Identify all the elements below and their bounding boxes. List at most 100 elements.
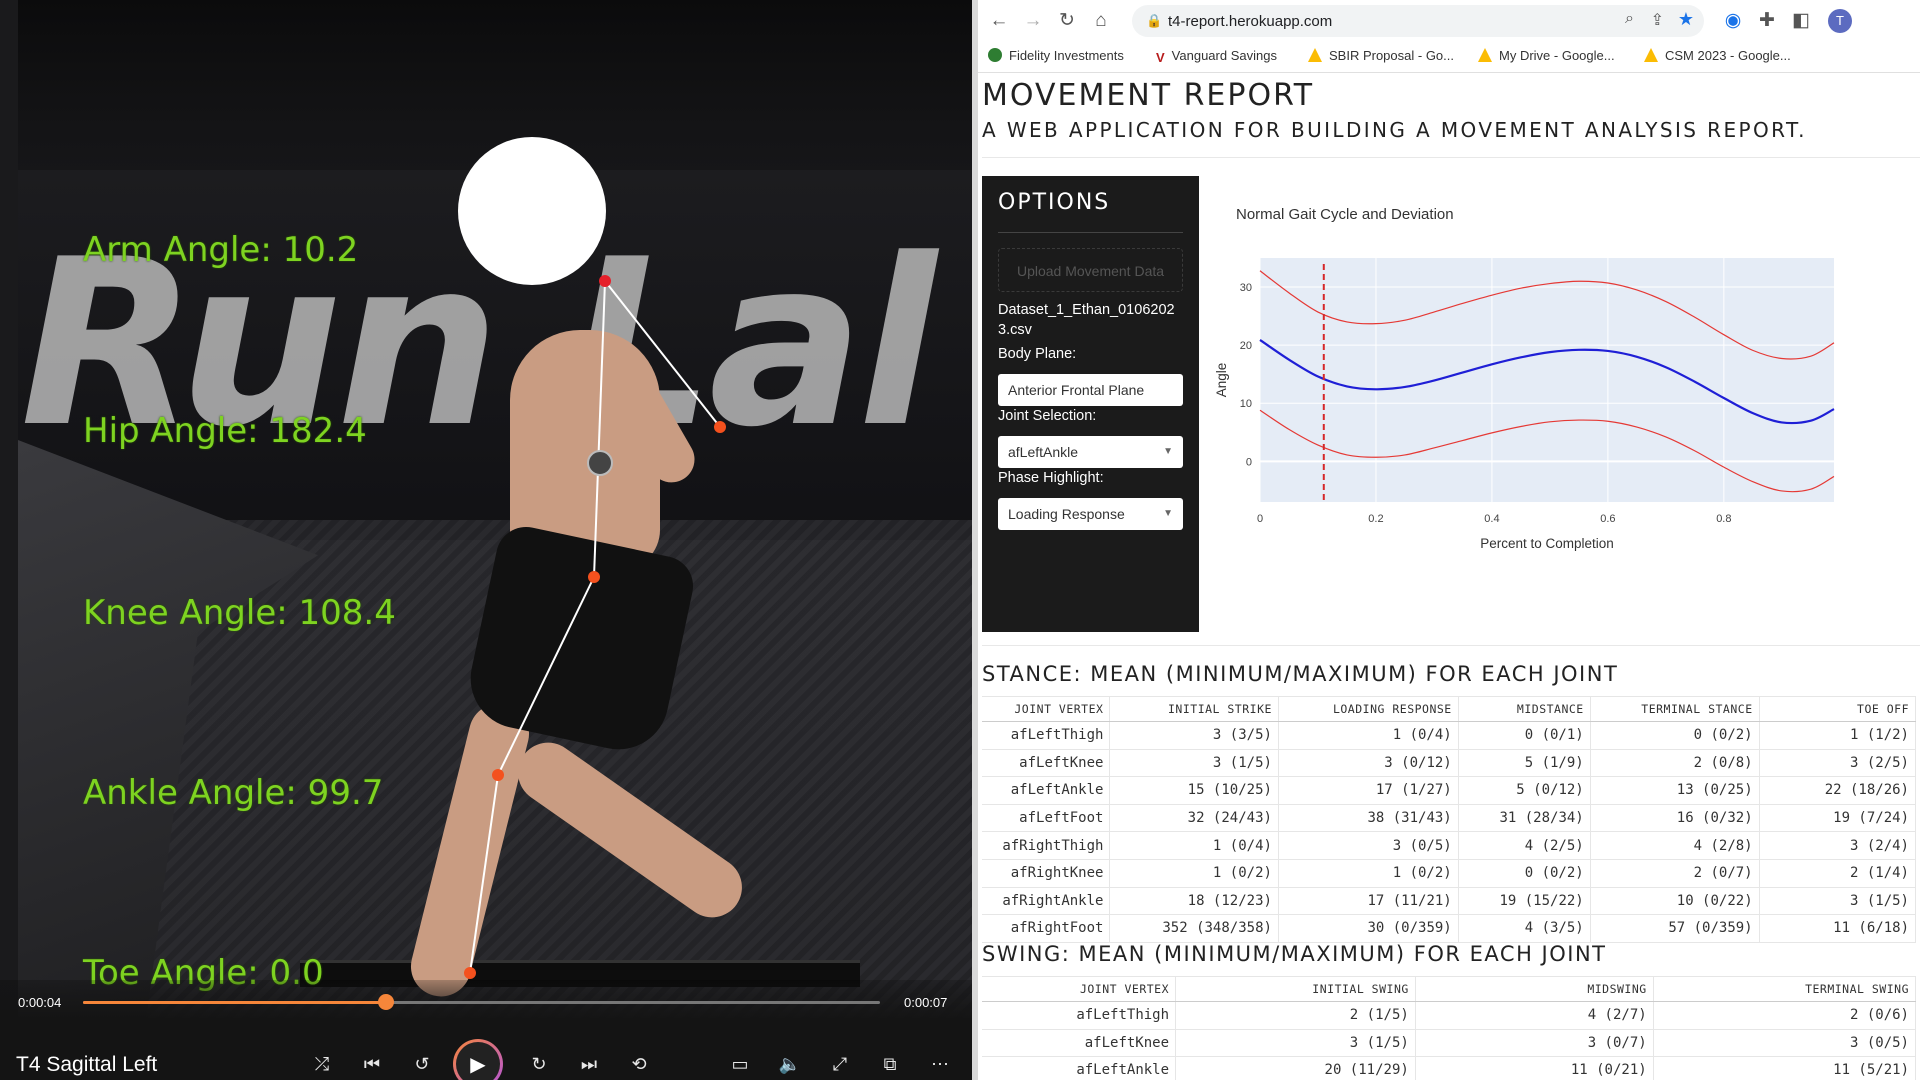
joint-vertex-cell: afLeftKnee bbox=[982, 1029, 1177, 1058]
table-cell: 3 (2/4) bbox=[1759, 831, 1917, 860]
pose-skeleton-overlay bbox=[464, 275, 726, 979]
forward-30-icon[interactable]: ↻ bbox=[525, 1054, 553, 1075]
x-axis-label: Percent to Completion bbox=[1480, 536, 1614, 551]
captions-icon[interactable]: ▭ bbox=[726, 1054, 754, 1075]
table-cell: 1 (1/2) bbox=[1759, 721, 1917, 750]
phase-select[interactable]: Loading Response ▼ bbox=[998, 498, 1183, 530]
shuffle-icon[interactable]: ⤮ bbox=[308, 1054, 336, 1075]
joint-vertex-cell: afRightThigh bbox=[982, 831, 1111, 860]
table-cell: 3 (1/5) bbox=[1109, 749, 1279, 778]
table-cell: 38 (31/43) bbox=[1278, 804, 1459, 833]
seek-bar[interactable] bbox=[83, 994, 880, 1010]
table-cell: 2 (0/8) bbox=[1590, 749, 1760, 778]
table-cell: 3 (2/5) bbox=[1759, 749, 1917, 778]
knee-angle-label: Knee Angle: 108.4 bbox=[83, 593, 396, 633]
upload-dropzone[interactable]: Upload Movement Data bbox=[998, 248, 1183, 292]
joint-vertex-cell: afLeftAnkle bbox=[982, 1056, 1177, 1080]
body-plane-select[interactable]: Anterior Frontal Plane bbox=[998, 374, 1183, 406]
chevron-down-icon: ▼ bbox=[1163, 508, 1173, 519]
arm-segment bbox=[604, 280, 721, 428]
y-tick-label: 20 bbox=[1240, 340, 1252, 352]
table-row: afLeftThigh 3 (3/5) 1 (0/4) 0 (0/1) 0 (0/2) 1… bbox=[982, 721, 1917, 750]
y-tick-label: 10 bbox=[1240, 398, 1252, 410]
next-icon[interactable]: ⏭ bbox=[575, 1054, 603, 1075]
table-cell: 0 (0/2) bbox=[1458, 859, 1591, 888]
browser-window: ← → ↻ ⌂ 🔒 t4-report.herokuapp.com ⌕ ⇪ ★ … bbox=[978, 0, 1920, 1080]
column-header: JOINT VERTEX bbox=[982, 976, 1177, 1002]
table-row: afLeftFoot 32 (24/43) 38 (31/43) 31 (28/34)… bbox=[982, 804, 1917, 833]
table-cell: 11 (0/21) bbox=[1415, 1056, 1654, 1080]
joint-vertex-cell: afRightAnkle bbox=[982, 887, 1111, 916]
table-cell: 2 (0/7) bbox=[1590, 859, 1760, 888]
x-tick-label: 0.2 bbox=[1368, 513, 1383, 525]
previous-icon[interactable]: ⏮ bbox=[358, 1054, 386, 1075]
shank-segment bbox=[469, 774, 499, 974]
video-title: T4 Sagittal Left bbox=[16, 1053, 158, 1076]
table-cell: 19 (7/24) bbox=[1759, 804, 1917, 833]
table-row: afRightKnee 1 (0/2) 1 (0/2) 0 (0/2) 2 (0/7) 2… bbox=[982, 859, 1917, 888]
play-icon: ▶ bbox=[470, 1053, 486, 1076]
page-title: MOVEMENT REPORT bbox=[982, 78, 1315, 113]
table-cell: 3 (3/5) bbox=[1109, 721, 1279, 750]
elbow-joint bbox=[714, 421, 726, 433]
table-cell: 19 (15/22) bbox=[1458, 887, 1591, 916]
column-header: INITIAL STRIKE bbox=[1109, 696, 1279, 722]
chart-svg: 0 10 20 30 0 0.2 0.4 0.6 0.8 Percent to Completio… bbox=[1214, 258, 1835, 551]
joint-vertex-cell: afLeftThigh bbox=[982, 721, 1111, 750]
table-row: afLeftThigh 2 (1/5) 4 (2/7) 2 (0/6) bbox=[982, 1001, 1917, 1030]
table-row: afLeftKnee 3 (1/5) 3 (0/12) 5 (1/9) 2 (0/8) 3… bbox=[982, 749, 1917, 778]
table-cell: 4 (2/7) bbox=[1415, 1001, 1654, 1030]
y-tick-label: 0 bbox=[1246, 456, 1252, 468]
table-cell: 20 (11/29) bbox=[1175, 1056, 1416, 1080]
table-cell: 3 (0/5) bbox=[1653, 1029, 1917, 1058]
seek-progress bbox=[83, 1001, 386, 1004]
joint-vertex-cell: afLeftFoot bbox=[982, 804, 1111, 833]
chart-divider bbox=[982, 645, 1920, 646]
table-cell: 10 (0/22) bbox=[1590, 887, 1760, 916]
fullscreen-icon[interactable]: ⤢ bbox=[826, 1054, 854, 1075]
knee-joint bbox=[492, 769, 504, 781]
table-cell: 4 (3/5) bbox=[1458, 914, 1591, 943]
header-divider bbox=[982, 157, 1920, 158]
table-cell: 1 (0/4) bbox=[1109, 831, 1279, 860]
miniplayer-icon[interactable]: ⧉ bbox=[876, 1054, 904, 1075]
table-row: afRightFoot 352 (348/358) 30 (0/359) 4 (3/5… bbox=[982, 914, 1917, 943]
more-icon[interactable]: ⋯ bbox=[926, 1054, 954, 1075]
table-row: afLeftKnee 3 (1/5) 3 (0/7) 3 (0/5) bbox=[982, 1029, 1917, 1058]
page-subtitle: A WEB APPLICATION FOR BUILDING A MOVEMEN… bbox=[982, 118, 1807, 142]
ankle-angle-label: Ankle Angle: 99.7 bbox=[83, 773, 384, 813]
table-row: afRightThigh 1 (0/4) 3 (0/5) 4 (2/5) 4 (2/8)… bbox=[982, 831, 1917, 860]
seek-handle[interactable] bbox=[377, 994, 394, 1010]
video-player[interactable]: Run Lal Arm Angle: 10.2 Hip Angle: 182.4… bbox=[0, 0, 972, 1080]
volume-icon[interactable]: 🔈 bbox=[776, 1054, 804, 1075]
stance-title: STANCE: MEAN (MINIMUM/MAXIMUM) FOR EACH … bbox=[982, 662, 1619, 686]
repeat-off-icon[interactable]: ⟲ bbox=[625, 1054, 653, 1075]
table-cell: 3 (0/12) bbox=[1278, 749, 1459, 778]
table-cell: 3 (0/5) bbox=[1278, 831, 1459, 860]
joint-vertex-cell: afRightFoot bbox=[982, 914, 1111, 943]
body-plane-label: Body Plane: bbox=[998, 346, 1077, 362]
x-tick-label: 0 bbox=[1257, 513, 1263, 525]
column-header: MIDSTANCE bbox=[1458, 696, 1591, 722]
table-cell: 11 (5/21) bbox=[1653, 1056, 1917, 1080]
column-header: JOINT VERTEX bbox=[982, 696, 1111, 722]
plot-area bbox=[1260, 258, 1834, 502]
rewind-10-icon[interactable]: ↺ bbox=[408, 1054, 436, 1075]
table-cell: 3 (1/5) bbox=[1175, 1029, 1416, 1058]
table-cell: 32 (24/43) bbox=[1109, 804, 1279, 833]
table-cell: 0 (0/1) bbox=[1458, 721, 1591, 750]
joint-select[interactable]: afLeftAnkle ▼ bbox=[998, 436, 1183, 468]
stance-table: JOINT VERTEX INITIAL STRIKE LOADING RESPON… bbox=[982, 696, 1917, 943]
torso-segment bbox=[593, 280, 606, 578]
table-cell: 3 (1/5) bbox=[1759, 887, 1917, 916]
joint-selection-label: Joint Selection: bbox=[998, 408, 1097, 424]
page-content: MOVEMENT REPORT A WEB APPLICATION FOR BU… bbox=[982, 0, 1920, 1080]
table-cell: 5 (0/12) bbox=[1458, 776, 1591, 805]
column-header: TOE OFF bbox=[1759, 696, 1917, 722]
chevron-down-icon: ▼ bbox=[1163, 446, 1173, 457]
swing-table: JOINT VERTEX INITIAL SWING MIDSWING TERMINA… bbox=[982, 976, 1917, 1080]
x-tick-label: 0.8 bbox=[1716, 513, 1731, 525]
gait-chart[interactable]: Normal Gait Cycle and Deviation 0 10 20 30 0… bbox=[1214, 176, 1914, 576]
table-cell: 2 (1/5) bbox=[1175, 1001, 1416, 1030]
joint-vertex-cell: afLeftThigh bbox=[982, 1001, 1177, 1030]
